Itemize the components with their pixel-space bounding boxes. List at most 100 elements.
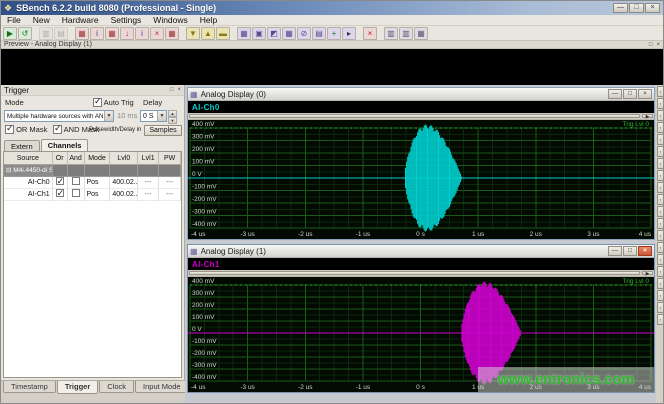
side-tool-button[interactable]: ▪ xyxy=(657,158,664,169)
close-all-icon[interactable]: × xyxy=(363,27,377,40)
trigger-mode-select[interactable]: Multiple hardware sources with AND/OR ▼ xyxy=(4,110,114,122)
side-tool-button[interactable]: ▪ xyxy=(657,206,664,217)
menu-file[interactable]: File xyxy=(1,15,27,26)
side-tool-button[interactable]: ▪ xyxy=(657,314,664,325)
scrollbar-thumb[interactable] xyxy=(189,271,640,275)
side-tool-button[interactable]: ▪ xyxy=(657,254,664,265)
column-header-source[interactable]: Source xyxy=(4,152,53,165)
or-checkbox-cell[interactable] xyxy=(53,189,68,201)
close-button[interactable]: × xyxy=(645,3,660,13)
tab-channels[interactable]: Channels xyxy=(41,139,89,151)
analog-display-window-0[interactable]: ▦ Analog Display (0) — □ × AI-Ch0 ▶ 400 … xyxy=(187,87,655,240)
column-header-pw[interactable]: PW xyxy=(159,152,181,165)
and-checkbox-cell[interactable] xyxy=(68,189,85,201)
side-tool-button[interactable]: ▪ xyxy=(657,182,664,193)
and-mask-checkbox-box[interactable] xyxy=(53,125,62,134)
grid-tool-icon[interactable]: ▦ xyxy=(282,27,296,40)
sheet-view-icon[interactable]: ▦ xyxy=(414,27,428,40)
table-group-row[interactable]: ⊟ M4i.4450-di S... xyxy=(4,165,181,177)
or-checkbox-cell[interactable] xyxy=(53,177,68,189)
display-window-icon[interactable]: ▦ xyxy=(237,27,251,40)
signal-folder-icon[interactable]: ▬ xyxy=(216,27,230,40)
tab-timestamp[interactable]: Timestamp xyxy=(3,381,56,393)
add-channel-icon[interactable]: + xyxy=(327,27,341,40)
restart-acquisition-icon[interactable]: ↺ xyxy=(18,27,32,40)
child-window-titlebar[interactable]: ▦ Analog Display (1) — □ × xyxy=(188,245,654,258)
side-tool-button[interactable]: ▪ xyxy=(657,170,664,181)
close-panel-icon[interactable]: × xyxy=(656,41,660,48)
child-window-titlebar[interactable]: ▦ Analog Display (0) — □ × xyxy=(188,88,654,101)
chevron-down-icon[interactable]: ▼ xyxy=(104,111,113,121)
table-row[interactable]: AI-Ch1Pos400.02...------ xyxy=(4,189,181,201)
tab-clock[interactable]: Clock xyxy=(99,381,134,393)
side-tool-button[interactable]: ▪ xyxy=(657,218,664,229)
zoom-tool-icon[interactable]: ◩ xyxy=(267,27,281,40)
analog-plot-0[interactable]: 400 mV300 mV200 mV100 mV0 V-100 mV-200 m… xyxy=(188,120,654,239)
scroll-right-icon[interactable]: ▶ xyxy=(642,271,653,275)
display-properties-icon[interactable]: i xyxy=(135,27,149,40)
side-tool-button[interactable]: ▪ xyxy=(657,146,664,157)
auto-trig-checkbox-box[interactable] xyxy=(93,98,102,107)
column-view-icon[interactable]: ▥ xyxy=(384,27,398,40)
horizontal-scrollbar[interactable]: ▶ xyxy=(188,270,654,277)
tab-extern[interactable]: Extern xyxy=(4,140,40,151)
side-tool-button[interactable]: ▪ xyxy=(657,98,664,109)
maximize-button[interactable]: □ xyxy=(623,246,637,256)
analog-display-info-icon[interactable]: i xyxy=(90,27,104,40)
side-tool-button[interactable]: ▪ xyxy=(657,242,664,253)
close-button[interactable]: × xyxy=(638,246,652,256)
samples-button[interactable]: Samples xyxy=(144,125,182,136)
delay-input[interactable]: 0 S ▼ xyxy=(140,110,167,122)
minimize-button[interactable]: — xyxy=(608,89,622,99)
spectrum-display-icon[interactable]: ▦ xyxy=(165,27,179,40)
maximize-button[interactable]: □ xyxy=(629,3,644,13)
new-analog-display-icon[interactable]: ▦ xyxy=(75,27,89,40)
float-panel-icon[interactable]: □ xyxy=(170,86,174,94)
cascade-windows-icon[interactable]: ▣ xyxy=(252,27,266,40)
side-tool-button[interactable]: ▪ xyxy=(657,134,664,145)
horizontal-scrollbar[interactable]: ▶ xyxy=(188,113,654,120)
table-view-icon[interactable]: ▥ xyxy=(399,27,413,40)
menu-help[interactable]: Help xyxy=(194,15,223,26)
export-signal-icon[interactable]: ▲ xyxy=(201,27,215,40)
scroll-right-icon[interactable]: ▶ xyxy=(642,114,653,118)
or-checkbox[interactable] xyxy=(56,189,64,197)
column-header-lvl0[interactable]: Lvl0 xyxy=(110,152,138,165)
minimize-button[interactable]: — xyxy=(608,246,622,256)
side-tool-button[interactable]: ▪ xyxy=(657,194,664,205)
side-tool-button[interactable]: ▪ xyxy=(657,278,664,289)
auto-trig-checkbox[interactable]: Auto Trig xyxy=(93,98,134,107)
group-label[interactable]: ⊟ M4i.4450-di S... xyxy=(4,165,53,177)
column-header-and[interactable]: And xyxy=(68,152,85,165)
report-icon[interactable]: ▤ xyxy=(312,27,326,40)
side-tool-button[interactable]: ▪ xyxy=(657,86,664,97)
minimize-button[interactable]: — xyxy=(613,3,628,13)
or-mask-checkbox[interactable]: OR Mask xyxy=(5,125,47,134)
maximize-button[interactable]: □ xyxy=(623,89,637,99)
or-checkbox[interactable] xyxy=(56,177,64,185)
delay-stepper[interactable]: ▲▼ xyxy=(168,110,177,122)
tab-trigger[interactable]: Trigger xyxy=(57,381,98,394)
preview-area[interactable] xyxy=(1,49,663,85)
tab-input-mode[interactable]: Input Mode xyxy=(135,381,189,393)
side-tool-button[interactable]: ▪ xyxy=(657,110,664,121)
chevron-down-icon[interactable]: ▼ xyxy=(157,111,166,121)
close-button[interactable]: × xyxy=(638,89,652,99)
menu-settings[interactable]: Settings xyxy=(105,15,148,26)
cursor-tool-icon[interactable]: ▸ xyxy=(342,27,356,40)
scrollbar-thumb[interactable] xyxy=(189,114,640,118)
disable-edit-icon[interactable]: ⊘ xyxy=(297,27,311,40)
side-tool-button[interactable]: ▪ xyxy=(657,122,664,133)
side-tool-button[interactable]: ▪ xyxy=(657,302,664,313)
analog-plot-1[interactable]: www.entronics.com 400 mV300 mV200 mV100 … xyxy=(188,277,654,392)
column-header-lvl1[interactable]: Lvl1 xyxy=(138,152,159,165)
menu-new[interactable]: New xyxy=(27,15,56,26)
column-header-mode[interactable]: Mode xyxy=(85,152,111,165)
float-panel-icon[interactable]: □ xyxy=(649,41,653,48)
column-header-or[interactable]: Or xyxy=(53,152,68,165)
menu-hardware[interactable]: Hardware xyxy=(56,15,105,26)
analog-display-window-1[interactable]: ▦ Analog Display (1) — □ × AI-Ch1 ▶ www.… xyxy=(187,244,655,393)
new-digital-display-icon[interactable]: ▦ xyxy=(105,27,119,40)
side-tool-button[interactable]: ▪ xyxy=(657,266,664,277)
side-tool-button[interactable]: ▪ xyxy=(657,290,664,301)
